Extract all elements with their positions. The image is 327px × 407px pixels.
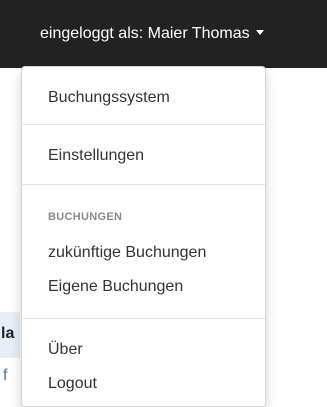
- navbar: eingeloggt als: Maier Thomas: [0, 0, 327, 68]
- menu-item-logout[interactable]: Logout: [22, 373, 265, 395]
- background-link[interactable]: f: [3, 367, 7, 385]
- menu-section-header: BUCHUNGEN: [48, 211, 123, 223]
- menu-item-booking-system[interactable]: Buchungssystem: [22, 87, 265, 109]
- menu-item-future-bookings[interactable]: zukünftige Buchungen: [22, 242, 265, 264]
- menu-item-about[interactable]: Über: [22, 339, 265, 361]
- menu-item-settings[interactable]: Einstellungen: [22, 145, 265, 167]
- menu-item-own-bookings[interactable]: Eigene Buchungen: [22, 276, 265, 298]
- user-menu-toggle[interactable]: eingeloggt als: Maier Thomas: [24, 0, 327, 68]
- user-dropdown-menu: Buchungssystem Einstellungen BUCHUNGEN z…: [21, 66, 266, 407]
- menu-divider: [22, 318, 265, 319]
- user-menu-label: eingeloggt als: Maier Thomas: [40, 25, 250, 42]
- caret-down-icon: [255, 30, 264, 36]
- background-text: la: [1, 325, 15, 342]
- menu-divider: [22, 184, 265, 185]
- menu-divider: [22, 124, 265, 125]
